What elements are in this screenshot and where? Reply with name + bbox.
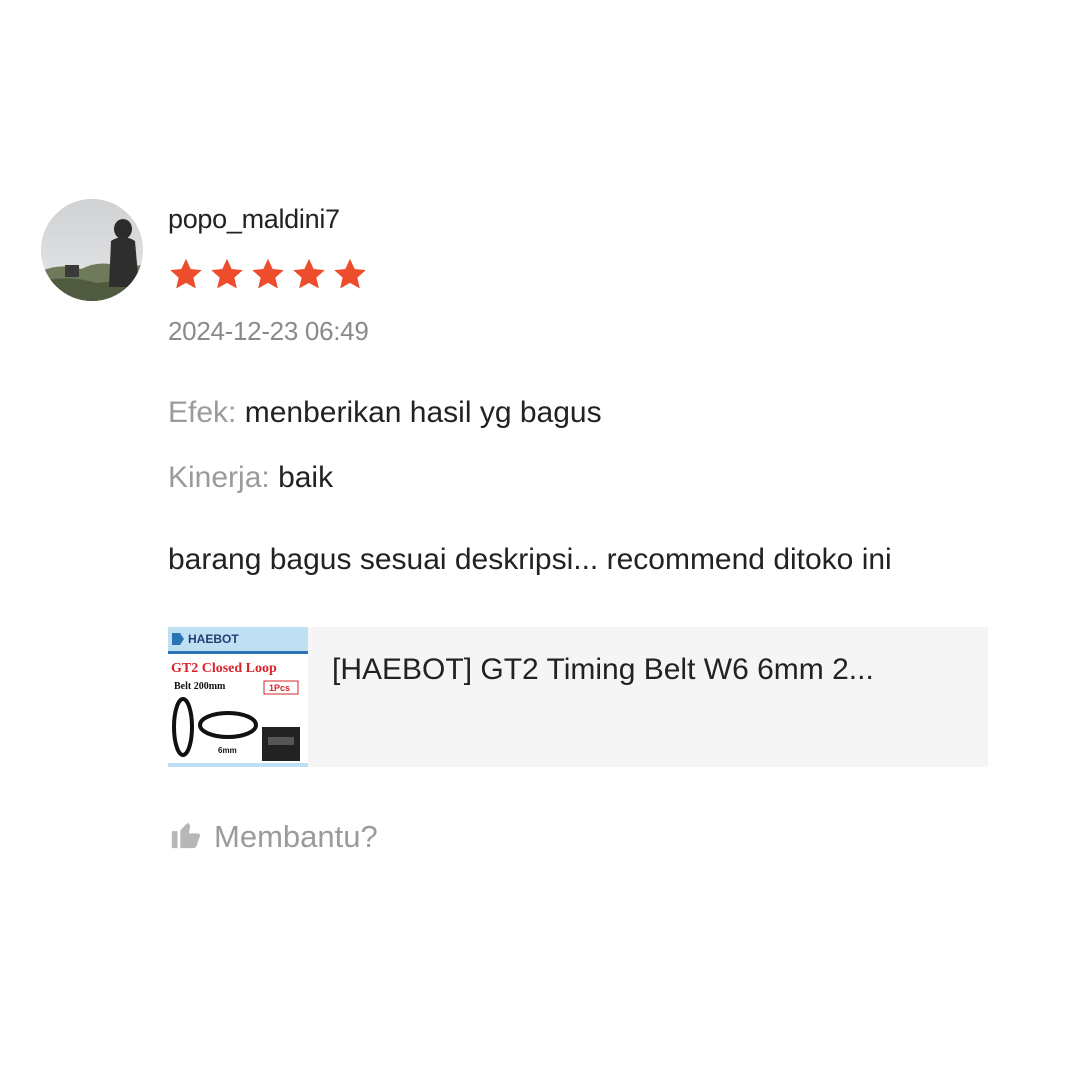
attribute-effect-key: Efek:	[168, 396, 237, 429]
helpful-label: Membantu?	[214, 818, 378, 854]
star-icon	[334, 258, 366, 289]
star-icon	[170, 258, 202, 289]
attribute-performance-key: Kinerja:	[168, 461, 270, 494]
helpful-button[interactable]: Membantu?	[168, 817, 378, 856]
review-timestamp: 2024-12-23 06:49	[168, 316, 369, 346]
thumb-line2: Belt 200mm	[174, 681, 226, 692]
review-item: popo_maldini7 2024-12-23 06:49 Efek: men…	[0, 0, 1080, 1080]
review-comment: barang bagus sesuai deskripsi... recomme…	[168, 543, 892, 576]
thumbs-up-icon[interactable]	[168, 817, 204, 856]
product-image: HAEBOT GT2 Closed Loop Belt 200mm 1Pcs 6…	[168, 627, 308, 767]
thumb-line1: GT2 Closed Loop	[171, 661, 277, 676]
avatar-photo	[41, 199, 143, 301]
attribute-performance-value: baik	[278, 461, 334, 494]
thumb-width-label: 6mm	[218, 746, 237, 755]
rating-stars	[168, 256, 368, 292]
attribute-effect-value: menberikan hasil yg bagus	[244, 396, 602, 429]
star-icon	[293, 258, 325, 289]
thumb-brand: HAEBOT	[188, 632, 239, 646]
thumb-badge: 1Pcs	[269, 683, 290, 693]
attribute-performance: Kinerja: baik	[168, 461, 333, 495]
product-thumbnail: HAEBOT GT2 Closed Loop Belt 200mm 1Pcs 6…	[168, 627, 308, 767]
star-icon	[252, 258, 284, 289]
avatar[interactable]	[41, 199, 143, 301]
star-icon	[211, 258, 243, 289]
product-card[interactable]: HAEBOT GT2 Closed Loop Belt 200mm 1Pcs 6…	[168, 627, 988, 767]
product-title[interactable]: [HAEBOT] GT2 Timing Belt W6 6mm 2...	[332, 653, 972, 687]
attribute-effect: Efek: menberikan hasil yg bagus	[168, 396, 602, 430]
username[interactable]: popo_maldini7	[168, 204, 340, 235]
